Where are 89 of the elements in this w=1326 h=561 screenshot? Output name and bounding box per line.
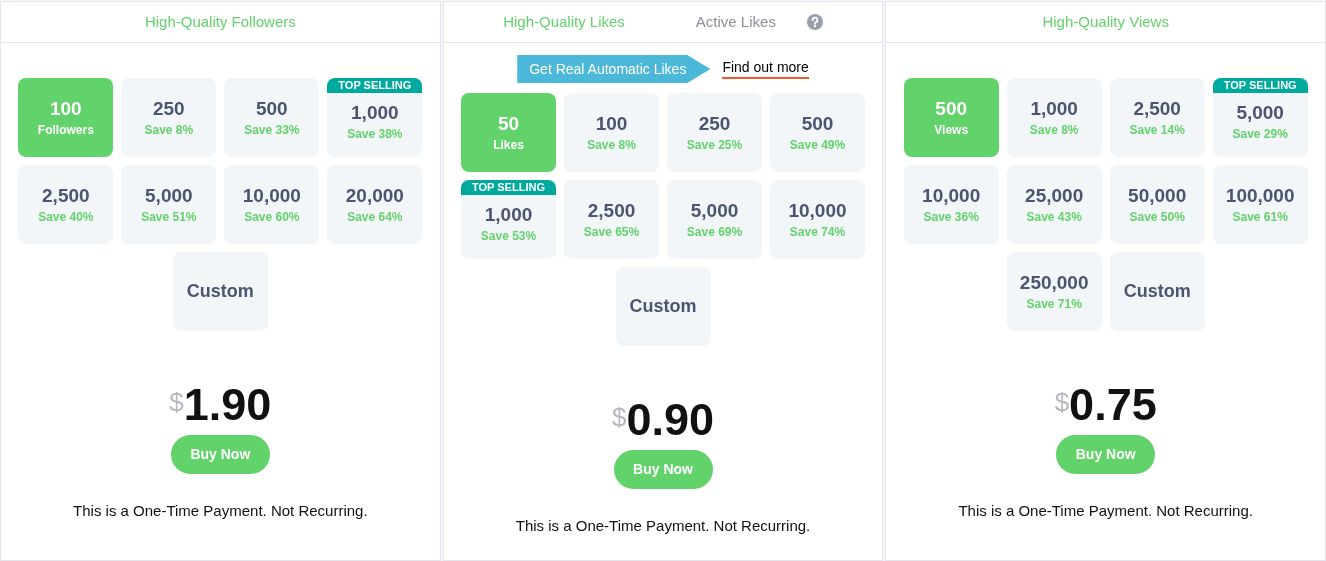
package-note: Followers [37,122,94,138]
package-amount: 250,000 [1019,271,1089,295]
package-option[interactable]: 10,000 Save 60% [224,165,320,244]
top-selling-badge: TOP SELLING [1212,78,1308,93]
price: 1.90 [183,379,272,431]
find-out-more-link[interactable]: Find out more [722,59,809,79]
currency-symbol: $ [169,386,184,417]
package-option[interactable]: 2,500 Save 65% [564,180,659,259]
package-option[interactable]: 250,000 Save 71% [1006,252,1102,331]
package-note: Save 53% [480,228,537,244]
package-note: Save 36% [923,209,979,225]
package-amount: 250 [698,112,731,136]
package-option[interactable]: 500 Save 49% [770,93,865,172]
help-icon[interactable] [806,14,823,30]
package-note: Save 8% [587,137,636,153]
package-option[interactable]: 1,000 Save 8% [1006,78,1102,157]
package-option[interactable]: TOP SELLING 1,000 Save 38% [327,78,423,157]
package-amount: 100 [49,97,82,121]
package-amount: 250 [152,97,185,121]
package-note: Save 33% [244,122,300,138]
package-amount: 10,000 [788,199,847,223]
price: 0.90 [626,394,715,446]
package-amount: 10,000 [922,184,981,208]
package-option[interactable]: 250 Save 8% [121,78,217,157]
package-amount: 100 [595,112,628,136]
custom-option[interactable]: Custom [172,252,268,331]
package-note: Save 14% [1129,122,1185,138]
package-option[interactable]: 2,500 Save 14% [1109,78,1205,157]
package-note: Save 38% [347,126,403,142]
package-note: Save 25% [686,137,743,153]
package-note: Views [934,122,969,138]
package-option[interactable]: 10,000 Save 74% [770,180,865,259]
package-amount: 10,000 [242,184,301,208]
package-note: Save 51% [141,209,197,225]
package-option[interactable]: 500 Save 33% [224,78,320,157]
package-option[interactable]: 25,000 Save 43% [1006,165,1102,244]
package-amount: 500 [935,97,967,121]
package-amount: 25,000 [1025,184,1084,208]
package-option[interactable]: 100,000 Save 61% [1212,165,1308,244]
package-note: Save 50% [1129,209,1185,225]
package-amount: 5,000 [145,184,193,208]
package-option[interactable]: 5,000 Save 51% [121,165,217,244]
custom-option[interactable]: Custom [615,267,711,346]
package-amount: 2,500 [587,199,636,223]
package-note: Save 29% [1232,126,1288,142]
payment-note: This is a One-Time Payment. Not Recurring. [515,516,811,536]
package-note: Save 8% [1029,122,1079,138]
package-note: Save 71% [1026,296,1082,312]
package-amount: 50 [497,112,520,136]
package-amount: 500 [255,97,288,121]
top-selling-badge: TOP SELLING [327,78,423,93]
package-note: Save 69% [686,224,743,240]
package-option[interactable]: 100 Save 8% [564,93,659,172]
package-amount: 1,000 [351,101,399,125]
package-option[interactable]: TOP SELLING 5,000 Save 29% [1212,78,1308,157]
package-note: Likes [493,137,524,153]
package-amount: 20,000 [345,184,404,208]
package-note: Save 74% [789,224,846,240]
package-amount: 5,000 [1236,101,1284,125]
package-option[interactable]: 20,000 Save 64% [327,165,423,244]
package-amount: 50,000 [1128,184,1187,208]
top-selling-badge: TOP SELLING [461,180,556,195]
payment-note: This is a One-Time Payment. Not Recurring. [73,501,368,521]
custom-option[interactable]: Custom [1109,252,1205,331]
package-option[interactable]: 10,000 Save 36% [903,165,999,244]
package-note: Save 61% [1232,209,1288,225]
package-amount: 2,500 [42,184,90,208]
package-option[interactable]: TOP SELLING 1,000 Save 53% [461,180,556,259]
package-amount: 1,000 [1030,97,1078,121]
package-note: Save 40% [38,209,94,225]
package-note: Save 65% [583,224,640,240]
package-amount: 1,000 [484,203,533,227]
package-option[interactable]: 250 Save 25% [667,93,762,172]
package-option[interactable]: 5,000 Save 69% [667,180,762,259]
payment-note: This is a One-Time Payment. Not Recurring. [958,501,1253,521]
package-note: Save 60% [244,209,300,225]
package-amount: 5,000 [690,199,739,223]
package-amount: 2,500 [1133,97,1181,121]
package-amount: 500 [801,112,834,136]
package-note: Save 8% [144,122,194,138]
package-note: Save 64% [347,209,403,225]
package-note: Save 49% [789,137,846,153]
price: 0.75 [1069,379,1157,431]
package-option[interactable]: 50,000 Save 50% [1109,165,1205,244]
currency-symbol: $ [1054,386,1070,417]
currency-symbol: $ [611,401,627,432]
package-option[interactable]: 2,500 Save 40% [18,165,114,244]
package-amount: 100,000 [1225,184,1295,208]
package-note: Save 43% [1026,209,1082,225]
